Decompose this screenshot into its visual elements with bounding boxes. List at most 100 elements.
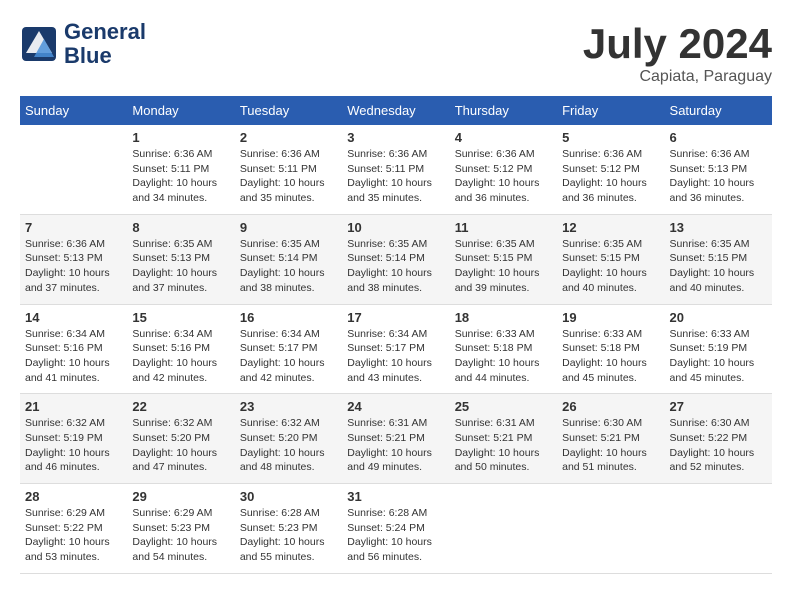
calendar-cell: 5 Sunrise: 6:36 AMSunset: 5:12 PMDaylight… [557, 125, 664, 214]
day-info: Sunrise: 6:36 AMSunset: 5:11 PMDaylight:… [347, 147, 444, 206]
calendar-cell: 14 Sunrise: 6:34 AMSunset: 5:16 PMDayligh… [20, 304, 127, 394]
day-info: Sunrise: 6:36 AMSunset: 5:11 PMDaylight:… [132, 147, 229, 206]
calendar-cell [450, 484, 557, 574]
day-info: Sunrise: 6:36 AMSunset: 5:12 PMDaylight:… [455, 147, 552, 206]
day-info: Sunrise: 6:32 AMSunset: 5:20 PMDaylight:… [132, 416, 229, 475]
day-number: 27 [670, 399, 767, 414]
day-info: Sunrise: 6:36 AMSunset: 5:13 PMDaylight:… [670, 147, 767, 206]
day-number: 16 [240, 310, 337, 325]
header-sunday: Sunday [20, 96, 127, 125]
day-info: Sunrise: 6:35 AMSunset: 5:13 PMDaylight:… [132, 237, 229, 296]
day-info: Sunrise: 6:28 AMSunset: 5:23 PMDaylight:… [240, 506, 337, 565]
day-number: 30 [240, 489, 337, 504]
calendar-cell [665, 484, 772, 574]
day-number: 25 [455, 399, 552, 414]
day-number: 9 [240, 220, 337, 235]
day-info: Sunrise: 6:31 AMSunset: 5:21 PMDaylight:… [347, 416, 444, 475]
day-number: 20 [670, 310, 767, 325]
day-number: 23 [240, 399, 337, 414]
calendar-cell: 3 Sunrise: 6:36 AMSunset: 5:11 PMDaylight… [342, 125, 449, 214]
day-number: 19 [562, 310, 659, 325]
location: Capiata, Paraguay [583, 68, 772, 86]
day-number: 13 [670, 220, 767, 235]
calendar-cell: 13Sunrise: 6:35 AMSunset: 5:15 PMDayligh… [665, 214, 772, 304]
day-info: Sunrise: 6:34 AMSunset: 5:17 PMDaylight:… [240, 327, 337, 386]
day-number: 22 [132, 399, 229, 414]
calendar-cell: 29Sunrise: 6:29 AMSunset: 5:23 PMDayligh… [127, 484, 234, 574]
day-info: Sunrise: 6:31 AMSunset: 5:21 PMDaylight:… [455, 416, 552, 475]
calendar-cell: 11Sunrise: 6:35 AMSunset: 5:15 PMDayligh… [450, 214, 557, 304]
calendar-cell: 22 Sunrise: 6:32 AMSunset: 5:20 PMDayligh… [127, 394, 234, 484]
day-info: Sunrise: 6:28 AMSunset: 5:24 PMDaylight:… [347, 506, 444, 565]
day-number: 7 [25, 220, 122, 235]
day-number: 24 [347, 399, 444, 414]
calendar-cell: 20 Sunrise: 6:33 AMSunset: 5:19 PMDayligh… [665, 304, 772, 394]
calendar-cell [557, 484, 664, 574]
calendar-cell [20, 125, 127, 214]
day-number: 5 [562, 130, 659, 145]
calendar-cell: 15Sunrise: 6:34 AMSunset: 5:16 PMDayligh… [127, 304, 234, 394]
day-number: 4 [455, 130, 552, 145]
calendar-cell: 24 Sunrise: 6:31 AMSunset: 5:21 PMDayligh… [342, 394, 449, 484]
calendar-cell: 25 Sunrise: 6:31 AMSunset: 5:21 PMDayligh… [450, 394, 557, 484]
header-tuesday: Tuesday [235, 96, 342, 125]
day-number: 21 [25, 399, 122, 414]
day-number: 3 [347, 130, 444, 145]
day-info: Sunrise: 6:34 AMSunset: 5:16 PMDaylight:… [132, 327, 229, 386]
page-header: GeneralBlue July 2024 Capiata, Paraguay [20, 20, 772, 86]
calendar-cell: 10Sunrise: 6:35 AMSunset: 5:14 PMDayligh… [342, 214, 449, 304]
header-wednesday: Wednesday [342, 96, 449, 125]
header-saturday: Saturday [665, 96, 772, 125]
calendar-table: SundayMondayTuesdayWednesdayThursdayFrid… [20, 96, 772, 574]
calendar-header-row: SundayMondayTuesdayWednesdayThursdayFrid… [20, 96, 772, 125]
logo-text: GeneralBlue [64, 20, 146, 68]
day-number: 1 [132, 130, 229, 145]
day-number: 29 [132, 489, 229, 504]
day-info: Sunrise: 6:35 AMSunset: 5:14 PMDaylight:… [240, 237, 337, 296]
title-block: July 2024 Capiata, Paraguay [583, 20, 772, 86]
calendar-cell: 4 Sunrise: 6:36 AMSunset: 5:12 PMDaylight… [450, 125, 557, 214]
calendar-cell: 23 Sunrise: 6:32 AMSunset: 5:20 PMDayligh… [235, 394, 342, 484]
calendar-cell: 1 Sunrise: 6:36 AMSunset: 5:11 PMDaylight… [127, 125, 234, 214]
calendar-cell: 26 Sunrise: 6:30 AMSunset: 5:21 PMDayligh… [557, 394, 664, 484]
calendar-cell: 7 Sunrise: 6:36 AMSunset: 5:13 PMDaylight… [20, 214, 127, 304]
calendar-week-4: 28 Sunrise: 6:29 AMSunset: 5:22 PMDayligh… [20, 484, 772, 574]
day-info: Sunrise: 6:30 AMSunset: 5:21 PMDaylight:… [562, 416, 659, 475]
day-info: Sunrise: 6:36 AMSunset: 5:11 PMDaylight:… [240, 147, 337, 206]
day-info: Sunrise: 6:29 AMSunset: 5:22 PMDaylight:… [25, 506, 122, 565]
calendar-cell: 21 Sunrise: 6:32 AMSunset: 5:19 PMDayligh… [20, 394, 127, 484]
calendar-cell: 17Sunrise: 6:34 AMSunset: 5:17 PMDayligh… [342, 304, 449, 394]
calendar-cell: 28 Sunrise: 6:29 AMSunset: 5:22 PMDayligh… [20, 484, 127, 574]
day-number: 12 [562, 220, 659, 235]
day-info: Sunrise: 6:34 AMSunset: 5:16 PMDaylight:… [25, 327, 122, 386]
calendar-week-0: 1 Sunrise: 6:36 AMSunset: 5:11 PMDaylight… [20, 125, 772, 214]
calendar-cell: 19Sunrise: 6:33 AMSunset: 5:18 PMDayligh… [557, 304, 664, 394]
day-number: 8 [132, 220, 229, 235]
day-number: 26 [562, 399, 659, 414]
calendar-cell: 2Sunrise: 6:36 AMSunset: 5:11 PMDaylight… [235, 125, 342, 214]
day-number: 14 [25, 310, 122, 325]
calendar-cell: 27 Sunrise: 6:30 AMSunset: 5:22 PMDayligh… [665, 394, 772, 484]
day-number: 28 [25, 489, 122, 504]
logo-icon [20, 25, 58, 63]
calendar-week-1: 7 Sunrise: 6:36 AMSunset: 5:13 PMDaylight… [20, 214, 772, 304]
day-info: Sunrise: 6:33 AMSunset: 5:19 PMDaylight:… [670, 327, 767, 386]
month-title: July 2024 [583, 20, 772, 68]
day-info: Sunrise: 6:36 AMSunset: 5:12 PMDaylight:… [562, 147, 659, 206]
day-info: Sunrise: 6:30 AMSunset: 5:22 PMDaylight:… [670, 416, 767, 475]
day-number: 31 [347, 489, 444, 504]
calendar-cell: 18 Sunrise: 6:33 AMSunset: 5:18 PMDayligh… [450, 304, 557, 394]
logo: GeneralBlue [20, 20, 146, 68]
day-info: Sunrise: 6:32 AMSunset: 5:20 PMDaylight:… [240, 416, 337, 475]
day-number: 10 [347, 220, 444, 235]
day-info: Sunrise: 6:33 AMSunset: 5:18 PMDaylight:… [455, 327, 552, 386]
calendar-cell: 6Sunrise: 6:36 AMSunset: 5:13 PMDaylight… [665, 125, 772, 214]
calendar-cell: 16 Sunrise: 6:34 AMSunset: 5:17 PMDayligh… [235, 304, 342, 394]
calendar-cell: 8 Sunrise: 6:35 AMSunset: 5:13 PMDaylight… [127, 214, 234, 304]
calendar-cell: 9 Sunrise: 6:35 AMSunset: 5:14 PMDaylight… [235, 214, 342, 304]
day-info: Sunrise: 6:32 AMSunset: 5:19 PMDaylight:… [25, 416, 122, 475]
calendar-week-3: 21 Sunrise: 6:32 AMSunset: 5:19 PMDayligh… [20, 394, 772, 484]
calendar-cell: 12Sunrise: 6:35 AMSunset: 5:15 PMDayligh… [557, 214, 664, 304]
day-info: Sunrise: 6:36 AMSunset: 5:13 PMDaylight:… [25, 237, 122, 296]
day-number: 18 [455, 310, 552, 325]
